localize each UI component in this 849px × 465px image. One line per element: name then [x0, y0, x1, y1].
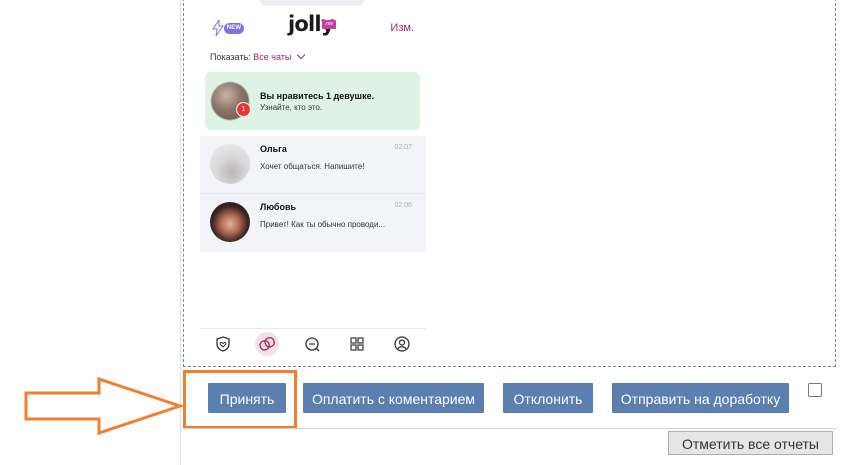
decline-button[interactable]: Отклонить [503, 383, 593, 413]
chat-message: Привет! Как ты обычно проводи... [260, 220, 386, 229]
filter-value: Все чаты [253, 52, 292, 62]
chat-name: Ольга [260, 144, 287, 154]
bolt-icon [212, 20, 224, 36]
likes-subtitle: Узнайте, кто это. [260, 103, 323, 112]
pay-with-comment-button[interactable]: Оплатить с коментарием [303, 383, 484, 413]
likes-card: 1 Вы нравитесь 1 девушке. Узнайте, кто э… [205, 72, 420, 130]
search-chat-icon [305, 337, 320, 352]
chat-bubbles-icon [259, 336, 275, 351]
send-to-rework-button[interactable]: Отправить на доработку [612, 383, 789, 413]
app-bottom-nav [200, 328, 426, 356]
chevron-down-icon [296, 50, 306, 60]
app-header: NEW jolly .me Изм. [200, 0, 426, 45]
mark-all-reports-button[interactable]: Отметить все отчеты [668, 431, 833, 455]
app-screenshot: NEW jolly .me Изм. Показать: Все чаты 1 … [200, 0, 426, 356]
chat-time: 02:07 [394, 144, 412, 151]
logo-tag: .me [322, 20, 336, 29]
select-report-checkbox[interactable] [808, 383, 822, 397]
avatar [210, 202, 250, 242]
arrow-right-icon [24, 376, 184, 436]
status-bar-pill [260, 0, 364, 6]
footer-divider [183, 428, 836, 429]
profile-icon [394, 336, 410, 352]
chat-time: 02:06 [394, 202, 412, 209]
chat-item-olga: Ольга 02:07 Хочет общаться. Напишите! [200, 136, 426, 194]
chat-name: Любовь [260, 202, 297, 212]
new-badge: NEW [224, 23, 244, 34]
chat-filter: Показать: Все чаты [210, 50, 306, 62]
chat-item-lyubov: Любовь 02:06 Привет! Как ты обычно прово… [200, 194, 426, 251]
chat-list: Ольга 02:07 Хочет общаться. Напишите! Лю… [200, 136, 426, 252]
likes-count-badge: 1 [236, 102, 251, 117]
avatar [210, 144, 250, 184]
likes-title: Вы нравитесь 1 девушке. [260, 91, 375, 101]
review-page: NEW jolly .me Изм. Показать: Все чаты 1 … [0, 0, 849, 465]
highlight-box [183, 370, 297, 429]
filter-label: Показать: [210, 52, 251, 62]
chat-message: Хочет общаться. Напишите! [260, 162, 365, 171]
shield-heart-icon [216, 336, 230, 352]
grid-icon [350, 337, 364, 351]
edit-link: Изм. [390, 22, 414, 34]
